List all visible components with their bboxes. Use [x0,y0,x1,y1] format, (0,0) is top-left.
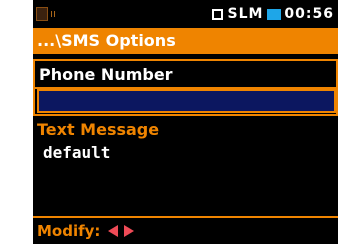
screen-title: ...\SMS Options [33,28,338,54]
signal-icon: ıı [50,7,57,20]
phone-number-header[interactable]: Phone Number [33,59,338,89]
phone-number-field[interactable] [37,89,336,113]
status-left: ıı [36,5,64,23]
arrow-right-icon[interactable] [124,225,135,237]
status-right: SLM 00:56 [212,5,334,23]
footer-bar: Modify: [33,216,338,244]
mode-label: SLM [227,6,264,22]
arrow-left-icon[interactable] [108,225,119,237]
sd-card-icon [36,7,48,21]
modify-hint: Modify: [33,218,338,244]
clock: 00:56 [284,6,334,22]
text-message-header[interactable]: Text Message [33,118,338,142]
battery-icon [267,8,282,20]
device-screen: ıı SLM 00:56 ...\SMS Options Phone Numbe… [33,0,338,244]
text-message-value[interactable]: default [43,143,110,163]
status-bar: ıı SLM 00:56 [33,0,338,28]
modify-label: Modify: [37,222,101,240]
mode-box-icon [212,8,224,20]
